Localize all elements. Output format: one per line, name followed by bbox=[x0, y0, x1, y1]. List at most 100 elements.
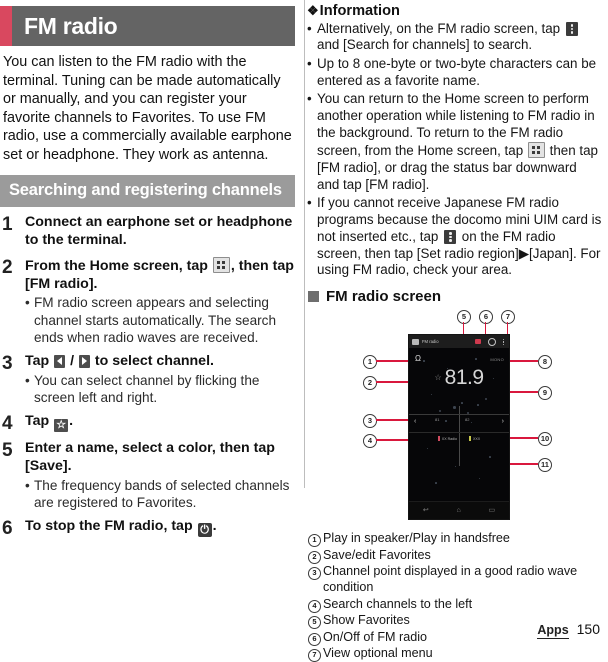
legend-number-circle: 3 bbox=[308, 567, 321, 581]
next-channel-icon bbox=[78, 354, 90, 368]
right-column: ❖ Information • Alternatively, on the FM… bbox=[305, 0, 608, 662]
legend-number: 1 bbox=[308, 531, 323, 548]
step-5: 5 Enter a name, select a color, then tap… bbox=[2, 440, 295, 511]
step-body: Tap ☆. bbox=[25, 413, 295, 433]
diamond-icon: ❖ bbox=[307, 3, 319, 18]
favorite-star-icon[interactable]: ☆ bbox=[434, 373, 441, 382]
screen-subheading-label: FM radio screen bbox=[326, 288, 442, 306]
info-bullet-text: If you cannot receive Japanese FM radio … bbox=[317, 195, 602, 279]
step-title-post: . bbox=[212, 518, 217, 535]
favorite-chip[interactable]: XX Radio bbox=[437, 436, 457, 442]
info-bullet-pre: Alternatively, on the FM radio screen, t… bbox=[317, 20, 564, 36]
info-bullet-text: Alternatively, on the FM radio screen, t… bbox=[317, 21, 602, 55]
step-title-pre: To stop the FM radio, tap bbox=[25, 518, 197, 535]
step-note: • The frequency bands of selected channe… bbox=[25, 477, 295, 511]
step-body: Enter a name, select a color, then tap [… bbox=[25, 440, 295, 511]
page-footer: Apps 150 bbox=[537, 621, 600, 639]
app-bar-left: FM radio bbox=[412, 338, 439, 345]
step-title-mid: / bbox=[66, 352, 78, 369]
overflow-menu-icon bbox=[444, 229, 457, 244]
favorite-label: XX Radio bbox=[441, 436, 457, 441]
legend-number: 2 bbox=[308, 548, 323, 564]
favorite-star-icon: ☆ bbox=[54, 419, 69, 432]
legend-number: 7 bbox=[308, 646, 323, 662]
headphone-icon[interactable]: Ω bbox=[415, 355, 421, 363]
home-button-icon[interactable]: ⌂ bbox=[457, 507, 461, 514]
legend-number: 5 bbox=[308, 613, 323, 630]
manual-page: FM radio You can listen to the FM radio … bbox=[0, 0, 608, 662]
callout-1: 1 bbox=[363, 355, 377, 370]
legend-number: 3 bbox=[308, 564, 323, 596]
leader-line-1 bbox=[376, 360, 412, 362]
recents-button-icon[interactable]: ▭ bbox=[488, 507, 495, 514]
legend-number-circle: 6 bbox=[308, 632, 321, 646]
intro-paragraph: You can listen to the FM radio with the … bbox=[3, 54, 292, 163]
bullet-dot: • bbox=[307, 55, 312, 71]
info-bullet-post: and [Search for channels] to search. bbox=[317, 37, 533, 53]
phone-mockup: FM radio Ω MONO ☆ 81.9 81 82 ‹ › XX Radi… bbox=[408, 334, 510, 521]
step-number: 6 bbox=[2, 518, 13, 540]
favorite-color-swatch bbox=[468, 436, 471, 442]
apps-grid-icon bbox=[212, 256, 230, 273]
legend-number-circle: 4 bbox=[308, 599, 321, 613]
apps-grid-icon bbox=[527, 141, 545, 158]
callout-11: 11 bbox=[538, 458, 552, 473]
leader-line-8 bbox=[510, 360, 538, 362]
info-bullet: • If you cannot receive Japanese FM radi… bbox=[307, 195, 602, 279]
legend-text: Play in speaker/Play in handsfree bbox=[323, 531, 510, 546]
left-column: FM radio You can listen to the FM radio … bbox=[0, 0, 303, 645]
info-bullet: • Up to 8 one-byte or two-byte character… bbox=[307, 56, 602, 90]
step-4: 4 Tap ☆. bbox=[2, 413, 295, 433]
legend-text: Channel point displayed in a good radio … bbox=[323, 564, 578, 595]
leader-line-9 bbox=[510, 391, 538, 393]
radio-power-toggle-icon[interactable] bbox=[487, 337, 496, 346]
legend-item: 1 Play in speaker/Play in handsfree bbox=[308, 531, 602, 548]
page-title: FM radio bbox=[24, 12, 118, 39]
tick-label-right: 82 bbox=[465, 417, 470, 423]
legend-text: Save/edit Favorites bbox=[323, 547, 431, 562]
callout-7: 7 bbox=[501, 310, 515, 325]
legend-number: 6 bbox=[308, 630, 323, 646]
step-title-pre: Tap bbox=[25, 352, 54, 369]
callout-5: 5 bbox=[457, 310, 471, 325]
step-number: 4 bbox=[2, 413, 13, 434]
screen-subheading: FM radio screen bbox=[308, 288, 608, 305]
callout-legend: 1 Play in speaker/Play in handsfree 2 Sa… bbox=[308, 531, 602, 662]
fm-radio-app-icon bbox=[412, 338, 419, 345]
fm-radio-screen-figure: 5 6 7 1 2 3 4 8 9 10 11 FM radio Ω MONO … bbox=[305, 310, 608, 525]
step-note-text: The frequency bands of selected channels… bbox=[34, 477, 290, 510]
step-body: Connect an earphone set or headphone to … bbox=[25, 214, 295, 250]
step-title: Tap / to select channel. bbox=[25, 353, 295, 371]
step-note: • FM radio screen appears and selecting … bbox=[25, 294, 295, 345]
step-2: 2 From the Home screen, tap , then tap [… bbox=[2, 256, 295, 346]
info-bullet: • You can return to the Home screen to p… bbox=[307, 91, 602, 193]
search-right-button[interactable]: › bbox=[502, 418, 504, 425]
step-note: • You can select channel by flicking the… bbox=[25, 372, 295, 406]
back-button-icon[interactable]: ↩ bbox=[423, 507, 429, 514]
step-1: 1 Connect an earphone set or headphone t… bbox=[2, 214, 295, 250]
step-3: 3 Tap / to select channel. • You can sel… bbox=[2, 353, 295, 406]
overflow-menu-icon[interactable] bbox=[502, 338, 504, 346]
show-favorites-icon[interactable] bbox=[474, 339, 481, 345]
favorite-label: XXX bbox=[472, 436, 481, 441]
step-title: Connect an earphone set or headphone to … bbox=[25, 213, 293, 248]
step-title-post: . bbox=[69, 413, 74, 429]
frequency-value: 81.9 bbox=[444, 366, 484, 390]
square-bullet-icon bbox=[308, 291, 319, 303]
bullet-dot: • bbox=[25, 295, 30, 311]
callout-8: 8 bbox=[538, 355, 552, 370]
information-heading-label: Information bbox=[319, 3, 400, 19]
search-left-button[interactable]: ‹ bbox=[414, 418, 416, 425]
step-note-text: You can select channel by flicking the s… bbox=[34, 372, 260, 405]
tuner-band-line bbox=[409, 414, 509, 416]
favorite-chip[interactable]: XXX bbox=[468, 436, 481, 442]
legend-item: 7 View optional menu bbox=[308, 646, 602, 662]
step-title: Tap ☆. bbox=[25, 413, 295, 432]
legend-text: View optional menu bbox=[323, 646, 433, 661]
legend-number-circle: 1 bbox=[308, 534, 321, 548]
step-title: From the Home screen, tap , then tap [FM… bbox=[25, 256, 295, 294]
callout-4: 4 bbox=[363, 434, 377, 449]
info-bullet-text: You can return to the Home screen to per… bbox=[317, 91, 602, 193]
legend-number: 4 bbox=[308, 597, 323, 613]
step-title-post: to select channel. bbox=[90, 352, 214, 369]
